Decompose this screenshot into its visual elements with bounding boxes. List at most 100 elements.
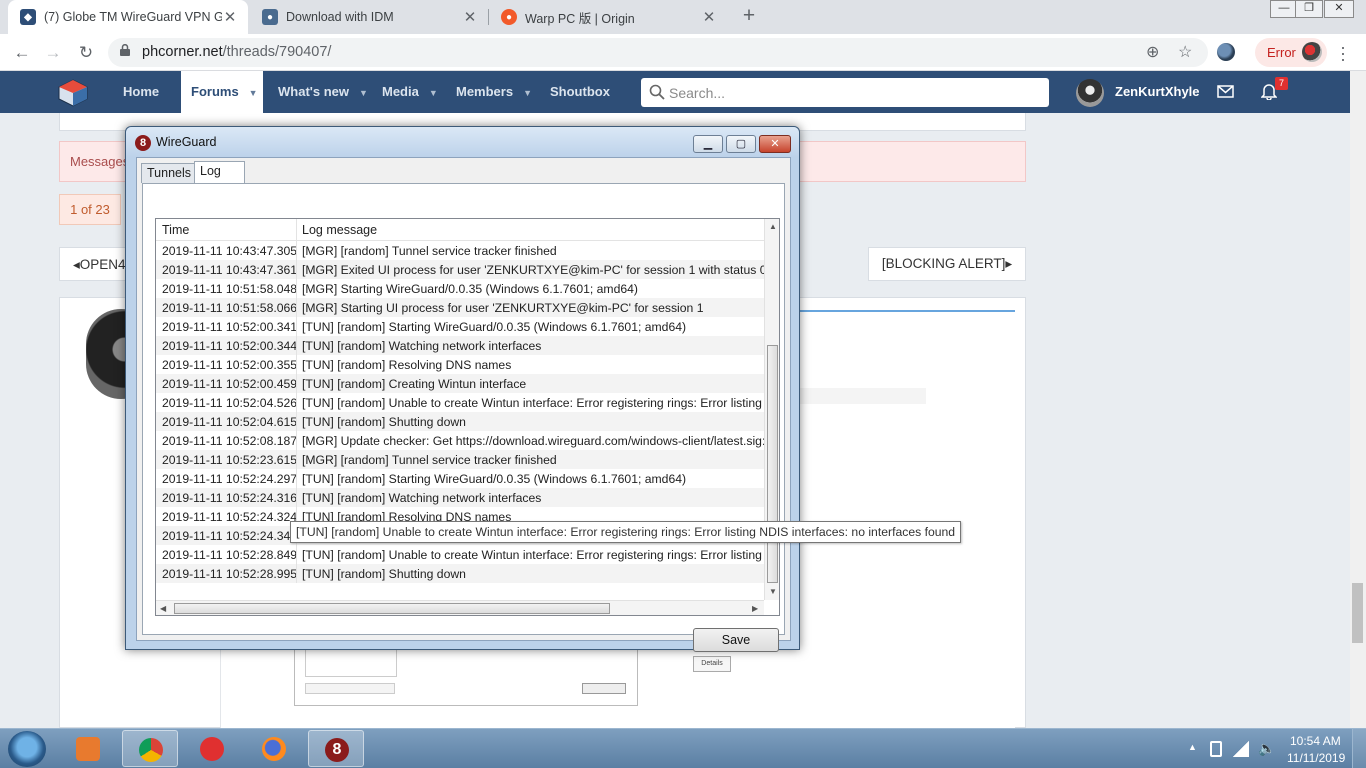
clock-time[interactable]: 10:54 AM bbox=[1290, 734, 1341, 748]
column-divider bbox=[296, 374, 297, 393]
phcorner-logo-icon[interactable] bbox=[58, 79, 88, 107]
mail-icon[interactable] bbox=[1217, 85, 1234, 98]
close-tab-icon[interactable]: ✕ bbox=[701, 8, 717, 26]
log-row[interactable]: 2019-11-11 10:51:58.066 [MGR] Starting UI… bbox=[156, 298, 764, 317]
close-button[interactable]: ✕ bbox=[759, 135, 791, 153]
column-divider bbox=[296, 450, 297, 469]
log-row[interactable]: 2019-11-11 10:52:00.341 [TUN] [random] St… bbox=[156, 317, 764, 336]
new-tab-button[interactable]: + bbox=[737, 4, 761, 30]
tray-device-icon[interactable] bbox=[1210, 741, 1222, 757]
scroll-left-arrow-icon[interactable]: ◀ bbox=[160, 604, 166, 613]
log-row[interactable]: 2019-11-11 10:52:08.187 [MGR] Update chec… bbox=[156, 431, 764, 450]
minimize-button[interactable]: — bbox=[1270, 0, 1298, 18]
log-list[interactable]: Time Log message 2019-11-11 10:43:47.305… bbox=[155, 218, 780, 616]
log-time: 2019-11-11 10:52:00.344 bbox=[162, 339, 298, 353]
close-window-button[interactable]: ✕ bbox=[1324, 0, 1354, 18]
page-scrollbar-thumb[interactable] bbox=[1352, 583, 1363, 643]
embedded-wireguard-screenshot[interactable] bbox=[294, 648, 638, 706]
nav-whats-new[interactable]: What's new ▼ bbox=[268, 71, 378, 113]
scroll-down-arrow-icon[interactable]: ▼ bbox=[769, 587, 777, 596]
taskbar-firefox[interactable] bbox=[246, 730, 302, 767]
nav-home[interactable]: Home bbox=[113, 71, 169, 113]
log-row[interactable]: 2019-11-11 10:43:47.361 [MGR] Exited UI p… bbox=[156, 260, 764, 279]
log-time: 2019-11-11 10:51:58.066 bbox=[162, 301, 298, 315]
log-row[interactable]: 2019-11-11 10:52:24.297 [TUN] [random] St… bbox=[156, 469, 764, 488]
log-row[interactable]: 2019-11-11 10:43:47.305 [MGR] [random] Tu… bbox=[156, 241, 764, 260]
add-icon[interactable]: ⊕ bbox=[1146, 42, 1159, 62]
tab-title: (7) Globe TM WireGuard VPN Glo bbox=[44, 10, 222, 24]
maximize-button[interactable]: ▢ bbox=[726, 135, 756, 153]
clock-date[interactable]: 11/11/2019 bbox=[1287, 751, 1345, 765]
tab-strip: ◆ (7) Globe TM WireGuard VPN Glo ✕ ● Dow… bbox=[0, 0, 1366, 34]
page-scrollbar[interactable] bbox=[1350, 71, 1366, 728]
close-tab-icon[interactable]: ✕ bbox=[222, 8, 238, 26]
volume-icon[interactable]: 🔈 bbox=[1258, 740, 1275, 757]
tray-expand-icon[interactable]: ▲ bbox=[1188, 742, 1197, 752]
scroll-right-arrow-icon[interactable]: ▶ bbox=[752, 604, 758, 613]
back-arrow-icon[interactable]: ← bbox=[9, 40, 35, 66]
username-link[interactable]: ZenKurtXhyle bbox=[1115, 71, 1200, 113]
log-horizontal-scroll-thumb[interactable] bbox=[174, 603, 610, 614]
log-time: 2019-11-11 10:52:24.297 bbox=[162, 472, 298, 486]
menu-dots-icon[interactable]: · · · bbox=[1340, 38, 1346, 68]
origin-icon: ● bbox=[501, 9, 517, 25]
taskbar-app[interactable] bbox=[184, 730, 240, 767]
nav-label: Forums bbox=[191, 84, 239, 99]
bookmark-star-icon[interactable]: ☆ bbox=[1178, 42, 1192, 62]
log-row[interactable]: 2019-11-11 10:51:58.048 [MGR] Starting Wi… bbox=[156, 279, 764, 298]
taskbar-media-player[interactable] bbox=[60, 730, 116, 767]
close-tab-icon[interactable]: ✕ bbox=[462, 8, 478, 26]
log-message: [TUN] [random] Watching network interfac… bbox=[302, 339, 542, 353]
nav-members[interactable]: Members ▼ bbox=[446, 71, 542, 113]
log-row[interactable]: 2019-11-11 10:52:04.615 [TUN] [random] Sh… bbox=[156, 412, 764, 431]
details-button[interactable]: Details bbox=[693, 656, 731, 672]
next-thread-label: [BLOCKING ALERT] bbox=[881, 256, 1006, 271]
search-input[interactable] bbox=[669, 78, 1039, 107]
wireguard-titlebar[interactable]: 8 WireGuard ▁ ▢ ✕ bbox=[126, 127, 799, 157]
network-signal-icon[interactable] bbox=[1233, 741, 1249, 757]
log-vertical-scroll-thumb[interactable] bbox=[767, 345, 778, 583]
nav-media[interactable]: Media ▼ bbox=[372, 71, 448, 113]
nav-label: Members bbox=[456, 84, 514, 99]
log-row[interactable]: 2019-11-11 10:52:28.849 [TUN] [random] Un… bbox=[156, 545, 764, 564]
log-row[interactable]: 2019-11-11 10:52:24.316 [TUN] [random] Wa… bbox=[156, 488, 764, 507]
log-message: [TUN] [random] Unable to create Wintun i… bbox=[302, 548, 764, 562]
address-bar[interactable]: phcorner.net/threads/790407/ ⊕ ☆ bbox=[108, 38, 1208, 67]
search-box[interactable] bbox=[641, 78, 1049, 107]
embedded-screenshot[interactable] bbox=[794, 372, 926, 422]
log-row[interactable]: 2019-11-11 10:52:00.459 [TUN] [random] Cr… bbox=[156, 374, 764, 393]
browser-tab-1[interactable]: ◆ (7) Globe TM WireGuard VPN Glo ✕ bbox=[8, 0, 248, 34]
log-row[interactable]: 2019-11-11 10:52:00.355 [TUN] [random] Re… bbox=[156, 355, 764, 374]
save-button[interactable]: Save bbox=[693, 628, 779, 652]
page-indicator-button[interactable]: 1 of 23 bbox=[59, 194, 121, 225]
windows-taskbar: 8 ▲ 🔈 10:54 AM 11/11/2019 bbox=[0, 728, 1366, 768]
log-time: 2019-11-11 10:52:28.995 bbox=[162, 567, 298, 581]
taskbar-chrome[interactable] bbox=[122, 730, 178, 767]
next-thread-link[interactable]: [BLOCKING ALERT]▸ bbox=[868, 247, 1026, 281]
log-row[interactable]: 2019-11-11 10:52:28.995 [TUN] [random] Sh… bbox=[156, 564, 764, 583]
nav-forums[interactable]: Forums ▼ bbox=[181, 71, 263, 113]
taskbar-wireguard[interactable]: 8 bbox=[308, 730, 364, 767]
caret-down-icon: ▼ bbox=[428, 88, 438, 98]
forward-arrow-icon[interactable]: → bbox=[40, 40, 66, 66]
log-row[interactable]: 2019-11-11 10:52:04.526 [TUN] [random] Un… bbox=[156, 393, 764, 412]
log-row[interactable]: 2019-11-11 10:52:23.615 [MGR] [random] Tu… bbox=[156, 450, 764, 469]
log-row[interactable]: 2019-11-11 10:52:00.344 [TUN] [random] Wa… bbox=[156, 336, 764, 355]
column-header-message[interactable]: Log message bbox=[302, 223, 377, 237]
column-header-time[interactable]: Time bbox=[162, 223, 189, 237]
browser-tab-3[interactable]: ● Warp PC 版 | Origin ✕ bbox=[489, 0, 727, 34]
scroll-up-arrow-icon[interactable]: ▲ bbox=[769, 222, 777, 231]
tab-log[interactable]: Log bbox=[194, 161, 245, 185]
extension-icon[interactable] bbox=[1217, 43, 1235, 61]
browser-tab-2[interactable]: ● Download with IDM ✕ bbox=[250, 0, 488, 34]
column-divider[interactable] bbox=[296, 219, 297, 241]
user-avatar[interactable] bbox=[1076, 79, 1104, 107]
log-horizontal-scrollbar[interactable]: ◀ ▶ bbox=[156, 600, 764, 615]
show-desktop-button[interactable] bbox=[1352, 729, 1366, 768]
reload-icon[interactable]: ↻ bbox=[73, 40, 99, 66]
nav-shoutbox[interactable]: Shoutbox bbox=[540, 71, 620, 113]
start-button[interactable] bbox=[8, 731, 46, 767]
restore-button[interactable]: ❐ bbox=[1295, 0, 1323, 18]
minimize-button[interactable]: ▁ bbox=[693, 135, 723, 153]
tab-tunnels[interactable]: Tunnels bbox=[141, 163, 198, 183]
